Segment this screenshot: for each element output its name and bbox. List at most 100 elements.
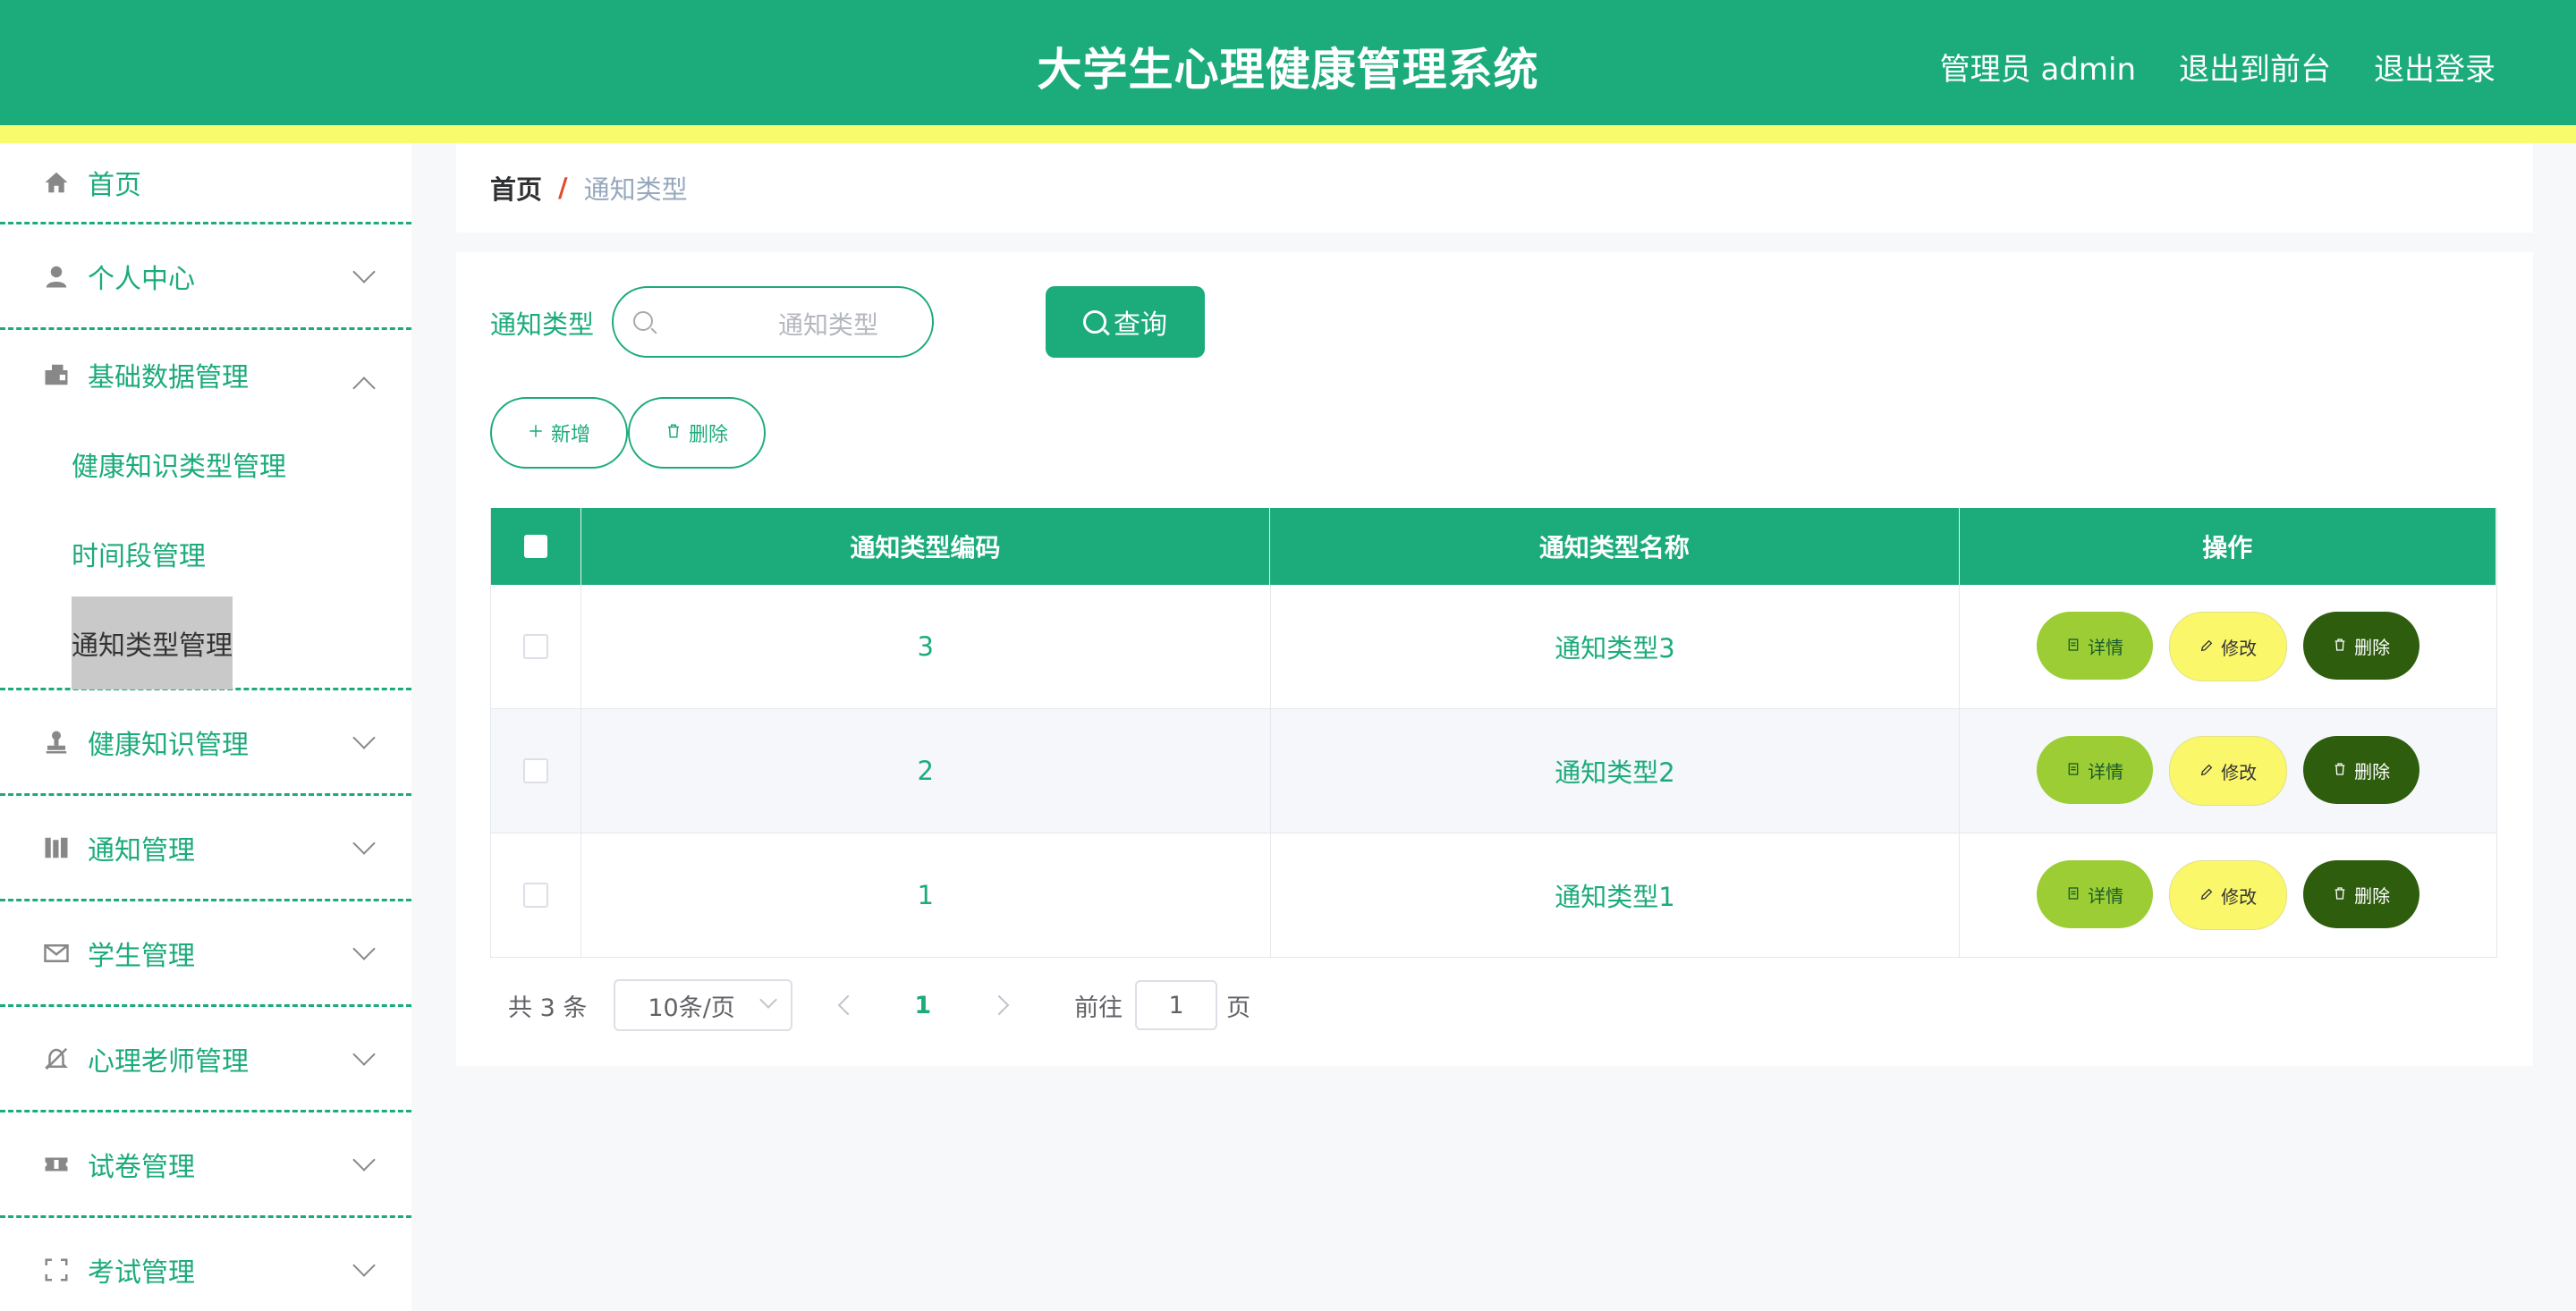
page-size-select[interactable]: 10条/页 xyxy=(614,979,793,1031)
detail-button[interactable]: 详情 xyxy=(2037,736,2154,804)
pagination-total: 共 3 条 xyxy=(508,994,588,1022)
goto-page-value: 1 xyxy=(1168,991,1184,1019)
edit-button[interactable]: 修改 xyxy=(2169,612,2288,681)
table-row: 1 通知类型1 详情 修改 删除 xyxy=(491,833,2496,958)
edit-button-label: 修改 xyxy=(2221,761,2258,783)
chevron-up-icon xyxy=(352,376,376,400)
search-icon xyxy=(633,311,653,331)
row-delete-button[interactable]: 删除 xyxy=(2303,860,2420,928)
row-checkbox[interactable] xyxy=(522,883,548,908)
submenu-basic-data: 健康知识类型管理 时间段管理 通知类型管理 xyxy=(0,419,411,690)
edit-icon xyxy=(2199,884,2214,906)
row-actions: 详情 修改 删除 xyxy=(1960,585,2496,708)
breadcrumb-current: 通知类型 xyxy=(583,174,688,205)
wallet-icon xyxy=(41,359,72,390)
row-name: 通知类型2 xyxy=(1271,709,1961,833)
user-icon xyxy=(41,261,72,292)
search-icon xyxy=(1083,310,1106,334)
detail-button-label: 详情 xyxy=(2088,760,2124,782)
page-size-value: 10条/页 xyxy=(648,994,735,1022)
document-icon xyxy=(2066,884,2080,905)
submenu-item-time-slot[interactable]: 时间段管理 xyxy=(0,509,411,598)
goto-label: 前往 xyxy=(1074,994,1123,1022)
chevron-down-icon xyxy=(352,1254,376,1277)
add-button-label: 新增 xyxy=(550,424,590,446)
search-input[interactable]: 通知类型 xyxy=(612,286,934,358)
detail-button[interactable]: 详情 xyxy=(2037,612,2154,680)
sidebar-item-health-knowledge[interactable]: 健康知识管理 xyxy=(0,690,411,796)
column-header-actions: 操作 xyxy=(1960,508,2496,585)
row-code: 1 xyxy=(581,833,1271,957)
trash-icon xyxy=(665,422,682,444)
submenu-item-label: 健康知识类型管理 xyxy=(72,452,286,483)
trash-icon xyxy=(2333,759,2347,781)
pagination: 共 3 条 10条/页 1 前往 1 页 xyxy=(490,979,1251,1031)
row-actions: 详情 修改 删除 xyxy=(1960,709,2496,833)
sidebar-item-home[interactable]: 首页 xyxy=(0,143,411,224)
breadcrumb-home[interactable]: 首页 xyxy=(490,169,542,207)
breadcrumb: 首页 / 通知类型 xyxy=(456,143,2533,233)
sidebar-item-basic-data[interactable]: 基础数据管理 xyxy=(0,330,411,419)
admin-user-link[interactable]: 管理员 admin xyxy=(1940,45,2136,89)
exit-to-front-link[interactable]: 退出到前台 xyxy=(2179,45,2331,89)
query-button[interactable]: 查询 xyxy=(1046,286,1205,358)
delete-button[interactable]: 删除 xyxy=(628,397,766,469)
chevron-down-icon xyxy=(352,1148,376,1171)
row-select-cell xyxy=(491,585,581,708)
row-delete-button[interactable]: 删除 xyxy=(2303,736,2420,804)
breadcrumb-separator: / xyxy=(558,173,568,203)
search-label: 通知类型 xyxy=(490,309,595,340)
sidebar-item-label: 健康知识管理 xyxy=(88,729,249,761)
row-checkbox[interactable] xyxy=(522,634,548,659)
sidebar-item-label: 通知管理 xyxy=(88,834,195,867)
column-header-name[interactable]: 通知类型名称 xyxy=(1270,508,1960,585)
sidebar-item-student[interactable]: 学生管理 xyxy=(0,901,411,1007)
sidebar-item-paper[interactable]: 试卷管理 xyxy=(0,1112,411,1218)
row-actions: 详情 修改 删除 xyxy=(1960,833,2496,957)
edit-button[interactable]: 修改 xyxy=(2169,860,2288,930)
sidebar-item-label: 个人中心 xyxy=(88,263,195,295)
submenu-item-notice-type[interactable]: 通知类型管理 xyxy=(0,596,411,689)
chevron-down-icon xyxy=(759,991,778,1009)
next-page-button[interactable] xyxy=(988,994,1010,1016)
fullscreen-icon xyxy=(41,1255,72,1285)
row-code: 3 xyxy=(581,585,1271,708)
current-page[interactable]: 1 xyxy=(914,992,931,1019)
edit-icon xyxy=(2199,636,2214,657)
sidebar-item-personal[interactable]: 个人中心 xyxy=(0,224,411,330)
row-delete-button-label: 删除 xyxy=(2354,636,2391,658)
books-icon xyxy=(41,833,72,863)
bell-off-icon xyxy=(41,1044,72,1074)
add-button[interactable]: 新增 xyxy=(490,397,628,469)
sidebar-item-teacher[interactable]: 心理老师管理 xyxy=(0,1007,411,1112)
logout-link[interactable]: 退出登录 xyxy=(2374,45,2496,89)
sidebar-item-label: 考试管理 xyxy=(88,1256,195,1289)
goto-unit: 页 xyxy=(1226,994,1251,1022)
sidebar-item-label: 试卷管理 xyxy=(88,1151,195,1183)
submenu-item-label: 通知类型管理 xyxy=(72,596,233,689)
sidebar-item-notice[interactable]: 通知管理 xyxy=(0,796,411,901)
goto-page-input[interactable]: 1 xyxy=(1135,980,1218,1030)
detail-button[interactable]: 详情 xyxy=(2037,860,2154,928)
sidebar-item-exam[interactable]: 考试管理 xyxy=(0,1218,411,1311)
document-icon xyxy=(2066,635,2080,656)
row-name: 通知类型3 xyxy=(1271,585,1961,708)
chevron-down-icon xyxy=(352,260,376,283)
edit-button[interactable]: 修改 xyxy=(2169,736,2288,806)
table-header: 通知类型编码 通知类型名称 操作 xyxy=(491,508,2496,585)
header-links: 管理员 admin 退出到前台 退出登录 xyxy=(1940,45,2496,89)
column-header-code[interactable]: 通知类型编码 xyxy=(581,508,1271,585)
submenu-item-health-knowledge-type[interactable]: 健康知识类型管理 xyxy=(0,419,411,509)
prev-page-button[interactable] xyxy=(838,994,859,1016)
sidebar: 首页 个人中心 基础数据管理 健康知识类型管理 时间段管理 通知类型管理 健康知… xyxy=(0,143,411,1311)
edit-icon xyxy=(2199,760,2214,782)
select-all-checkbox[interactable] xyxy=(523,535,547,558)
row-checkbox[interactable] xyxy=(522,758,548,783)
edit-button-label: 修改 xyxy=(2221,637,2258,659)
chevron-down-icon xyxy=(352,1043,376,1066)
sidebar-item-label: 首页 xyxy=(88,170,141,201)
row-select-cell xyxy=(491,709,581,833)
row-name: 通知类型1 xyxy=(1271,833,1961,957)
stamp-icon xyxy=(41,727,72,757)
row-delete-button[interactable]: 删除 xyxy=(2303,612,2420,680)
